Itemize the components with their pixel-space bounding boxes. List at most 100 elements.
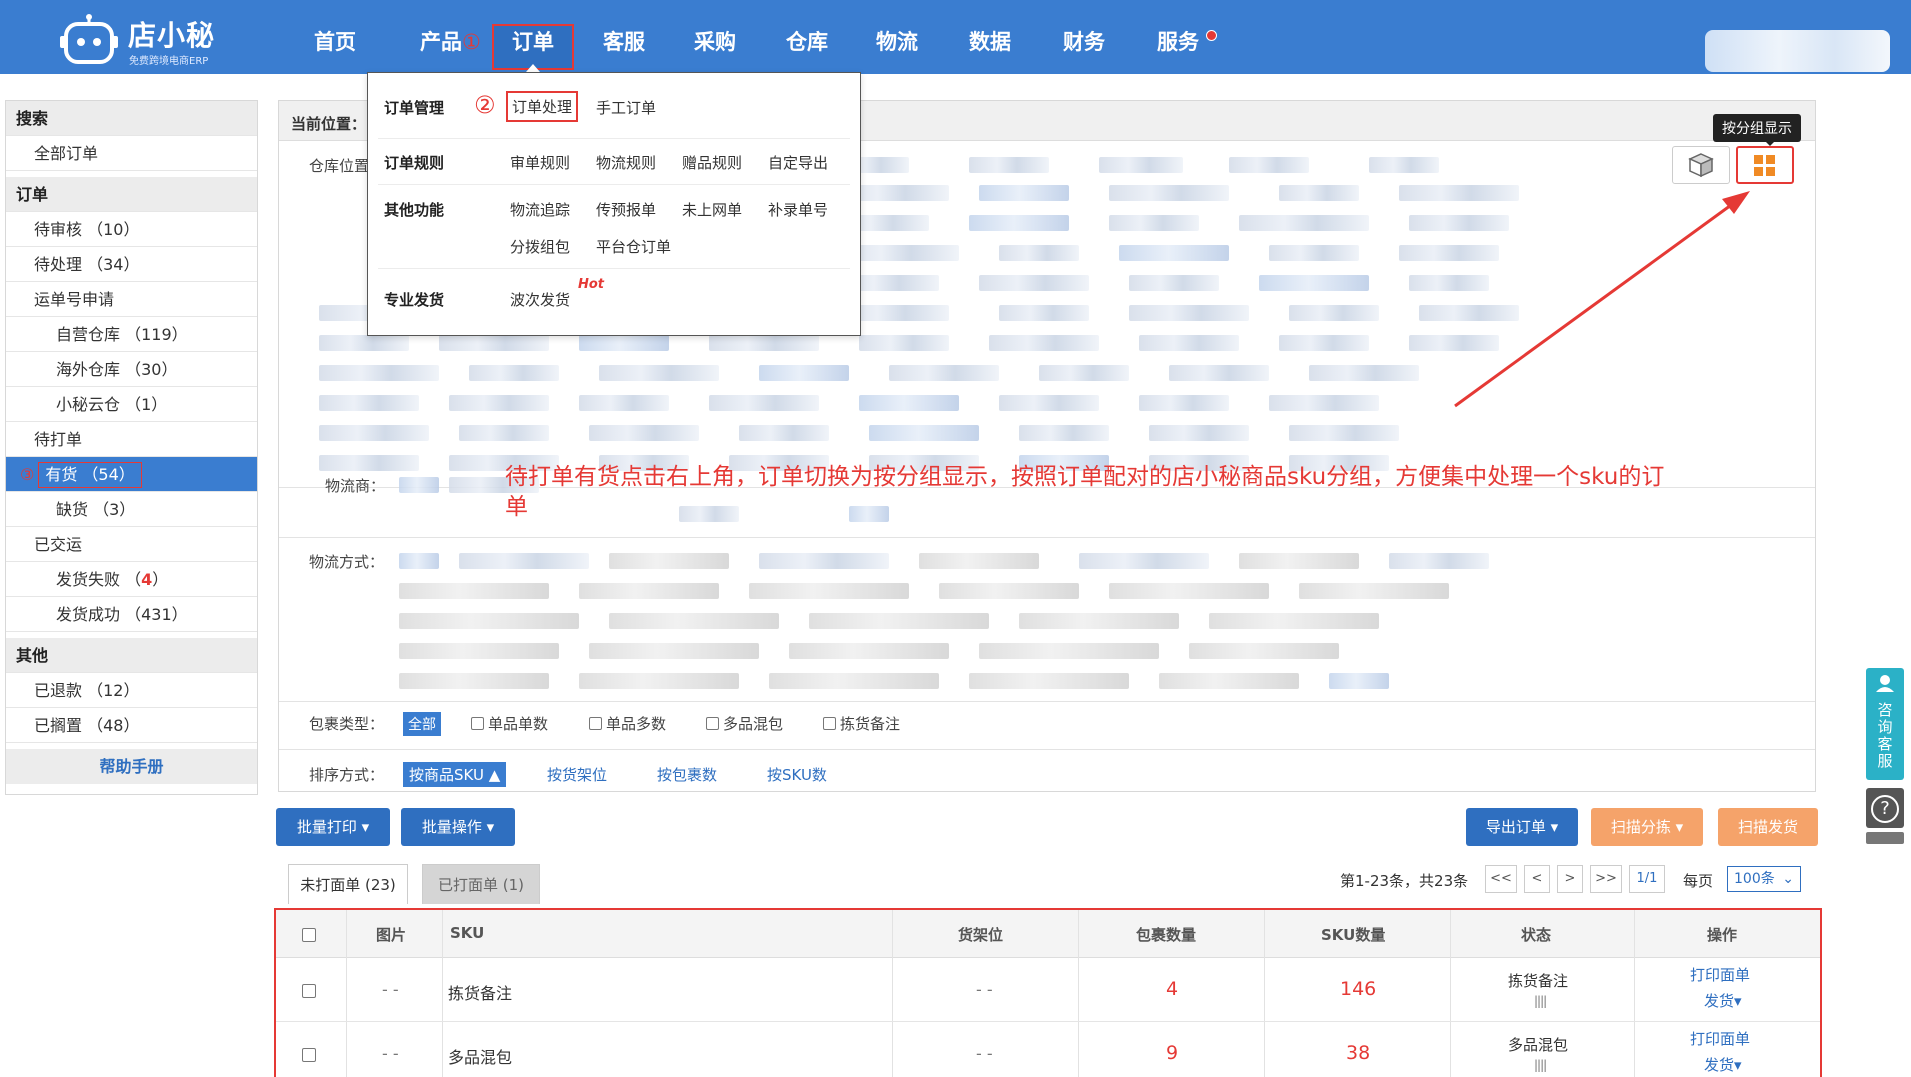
redacted-option[interactable] [1099, 157, 1183, 173]
nav-data[interactable]: 数据 [969, 26, 1011, 56]
checkbox[interactable] [823, 717, 836, 730]
menu-item-review-rules[interactable]: 审单规则 [510, 152, 570, 173]
redacted-option[interactable] [1409, 335, 1499, 351]
redacted-option[interactable] [749, 583, 909, 599]
redacted-option[interactable] [979, 643, 1159, 659]
package-type-mixed[interactable]: 多品混包 [706, 713, 783, 734]
redacted-option[interactable] [579, 335, 669, 351]
redacted-option[interactable] [939, 583, 1079, 599]
redacted-option[interactable] [1239, 215, 1369, 231]
brand-logo[interactable]: 店小秘 免费跨境电商ERP [60, 8, 240, 68]
scan-sort-button[interactable]: 扫描分拣 ▾ [1591, 808, 1703, 846]
sidebar-item-pending-process[interactable]: 待处理 （34） [6, 247, 257, 282]
redacted-option[interactable] [1299, 583, 1449, 599]
nav-finance[interactable]: 财务 [1063, 26, 1105, 56]
view-list-button[interactable] [1672, 146, 1730, 184]
export-orders-button[interactable]: 导出订单 ▾ [1466, 808, 1578, 846]
sort-by-sku[interactable]: 按商品SKU ▲ [403, 762, 507, 787]
redacted-option[interactable] [1309, 365, 1419, 381]
row-checkbox[interactable] [302, 1048, 316, 1062]
scan-ship-button[interactable]: 扫描发货 [1718, 808, 1818, 846]
user-account-menu[interactable] [1705, 30, 1890, 72]
page-current[interactable]: 1/1 [1629, 865, 1665, 893]
package-type-all[interactable]: 全部 [403, 712, 441, 736]
sort-by-packages[interactable]: 按包裹数 [657, 764, 717, 785]
page-last-button[interactable]: >> [1590, 865, 1622, 893]
redacted-option[interactable] [459, 553, 589, 569]
redacted-option[interactable] [989, 335, 1099, 351]
float-more-button[interactable] [1866, 832, 1904, 844]
menu-item-platform-warehouse[interactable]: 平台仓订单 [596, 236, 671, 257]
package-type-pick-note[interactable]: 拣货备注 [823, 713, 900, 734]
redacted-option[interactable] [319, 425, 429, 441]
redacted-option[interactable] [1139, 395, 1229, 411]
redacted-option[interactable] [1239, 553, 1359, 569]
sidebar-item-xiaomi-cloud[interactable]: 小秘云仓 （1） [6, 387, 257, 422]
redacted-option[interactable] [319, 365, 439, 381]
sidebar-item-out-of-stock[interactable]: 缺货 （3） [6, 492, 257, 527]
redacted-option[interactable] [1419, 305, 1519, 321]
nav-logistics[interactable]: 物流 [876, 26, 918, 56]
nav-services[interactable]: 服务 [1157, 26, 1199, 56]
redacted-option[interactable] [579, 395, 669, 411]
package-type-single-single[interactable]: 单品单数 [471, 713, 548, 734]
sidebar-item-shelved[interactable]: 已搁置 （48） [6, 708, 257, 743]
sort-by-shelf[interactable]: 按货架位 [547, 764, 607, 785]
redacted-option[interactable] [999, 305, 1089, 321]
redacted-option[interactable] [869, 425, 979, 441]
redacted-option[interactable] [1329, 673, 1389, 689]
redacted-option[interactable] [809, 613, 989, 629]
nav-purchase[interactable]: 采购 [694, 26, 736, 56]
menu-item-gift-rules[interactable]: 赠品规则 [682, 152, 742, 173]
redacted-option[interactable] [1369, 157, 1439, 173]
redacted-option[interactable] [399, 613, 579, 629]
redacted-option[interactable] [1159, 673, 1299, 689]
redacted-option[interactable] [579, 673, 739, 689]
redacted-option[interactable] [1109, 583, 1269, 599]
redacted-option[interactable] [1109, 185, 1229, 201]
redacted-option[interactable] [1019, 425, 1109, 441]
redacted-option[interactable] [999, 395, 1099, 411]
redacted-option[interactable] [969, 215, 1069, 231]
redacted-option[interactable] [1259, 275, 1369, 291]
redacted-option[interactable] [1209, 613, 1379, 629]
menu-item-custom-export[interactable]: 自定导出 [768, 152, 828, 173]
redacted-option[interactable] [319, 455, 419, 471]
redacted-option[interactable] [969, 157, 1049, 173]
redacted-option[interactable] [1269, 395, 1379, 411]
redacted-option[interactable] [319, 395, 419, 411]
redacted-option[interactable] [969, 673, 1129, 689]
tab-unprinted[interactable]: 未打面单 (23) [288, 864, 408, 904]
redacted-option[interactable] [1129, 305, 1249, 321]
online-service-button[interactable]: 咨询客服 [1866, 668, 1904, 780]
sidebar-item-shipped[interactable]: 已交运 [6, 527, 257, 562]
redacted-option[interactable] [399, 673, 549, 689]
sidebar-item-pending-review[interactable]: 待审核 （10） [6, 212, 257, 247]
redacted-option[interactable] [609, 553, 729, 569]
sidebar-item-all-orders[interactable]: 全部订单 [6, 136, 257, 171]
redacted-option[interactable] [979, 185, 1069, 201]
menu-item-pre-report[interactable]: 传预报单 [596, 199, 656, 220]
redacted-option[interactable] [1169, 365, 1269, 381]
sort-by-sku-count[interactable]: 按SKU数 [767, 764, 827, 785]
redacted-option[interactable] [1019, 613, 1179, 629]
redacted-option[interactable] [459, 425, 549, 441]
select-all-checkbox[interactable] [302, 928, 316, 942]
menu-item-tracking[interactable]: 物流追踪 [510, 199, 570, 220]
nav-warehouse[interactable]: 仓库 [786, 26, 828, 56]
help-button[interactable]: ? [1866, 788, 1904, 828]
redacted-option[interactable] [1399, 185, 1519, 201]
redacted-option[interactable] [449, 395, 549, 411]
redacted-option[interactable] [709, 335, 819, 351]
checkbox[interactable] [471, 717, 484, 730]
redacted-option[interactable] [1279, 185, 1359, 201]
sidebar-item-ship-success[interactable]: 发货成功 （431） [6, 597, 257, 632]
redacted-option[interactable] [1229, 157, 1309, 173]
nav-customer-service[interactable]: 客服 [603, 26, 645, 56]
redacted-option[interactable] [589, 425, 699, 441]
nav-home[interactable]: 首页 [314, 26, 356, 56]
table-row[interactable]: - - 多品混包 - - 9 38 多品混包 |||| 打印面单 发货▾ [276, 1022, 1820, 1077]
sidebar-item-overseas-warehouse[interactable]: 海外仓库 （30） [6, 352, 257, 387]
checkbox[interactable] [589, 717, 602, 730]
redacted-option[interactable] [439, 335, 549, 351]
